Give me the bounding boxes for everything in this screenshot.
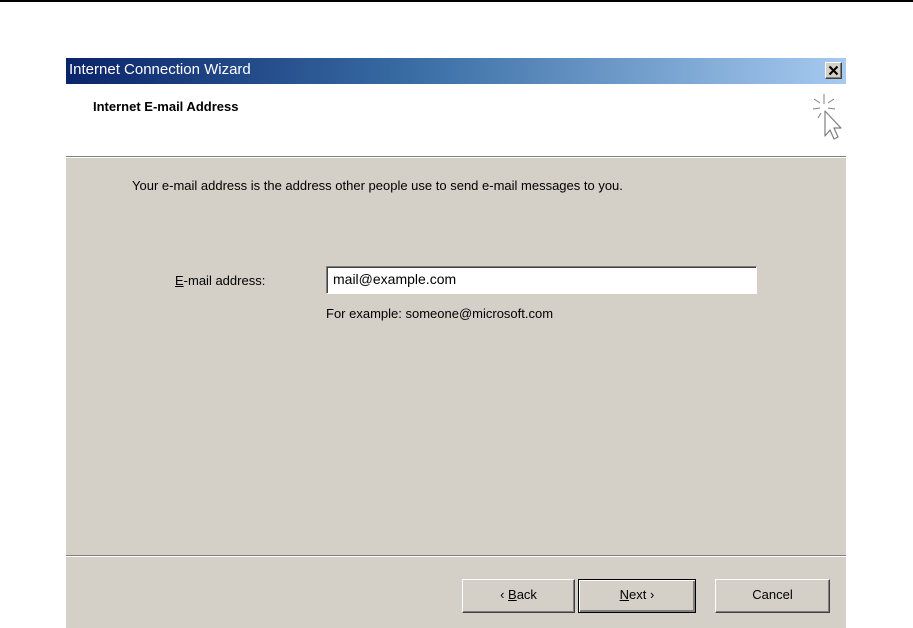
screen-top-border xyxy=(0,0,913,2)
email-label-mnemonic: E xyxy=(175,273,184,288)
next-arrow-icon: › xyxy=(650,587,655,602)
footer-divider-highlight xyxy=(66,556,846,557)
next-label: ext xyxy=(629,587,647,602)
wizard-header: Internet E-mail Address xyxy=(66,84,846,157)
next-mnemonic: N xyxy=(619,587,630,602)
close-button[interactable] xyxy=(825,62,842,79)
next-button[interactable]: Next › xyxy=(578,579,696,613)
header-divider xyxy=(66,157,846,158)
page-title: Internet E-mail Address xyxy=(93,99,239,114)
cancel-button[interactable]: Cancel xyxy=(715,579,830,613)
example-hint: For example: someone@microsoft.com xyxy=(326,306,554,321)
back-arrow-icon: ‹ xyxy=(500,587,505,602)
back-mnemonic: B xyxy=(508,587,517,602)
close-icon xyxy=(828,65,839,76)
window-title: Internet Connection Wizard xyxy=(69,61,251,78)
wizard-cursor-icon xyxy=(812,94,842,140)
wizard-dialog: Internet Connection Wizard Internet E-ma… xyxy=(66,58,846,628)
email-field[interactable]: mail@example.com xyxy=(326,266,757,294)
back-label: ack xyxy=(516,587,537,602)
email-label: E-mail address: xyxy=(175,273,265,288)
title-bar[interactable]: Internet Connection Wizard xyxy=(66,58,846,84)
email-label-text: -mail address: xyxy=(183,273,266,288)
back-button[interactable]: ‹ Back xyxy=(462,579,575,613)
intro-text: Your e-mail address is the address other… xyxy=(132,178,623,193)
